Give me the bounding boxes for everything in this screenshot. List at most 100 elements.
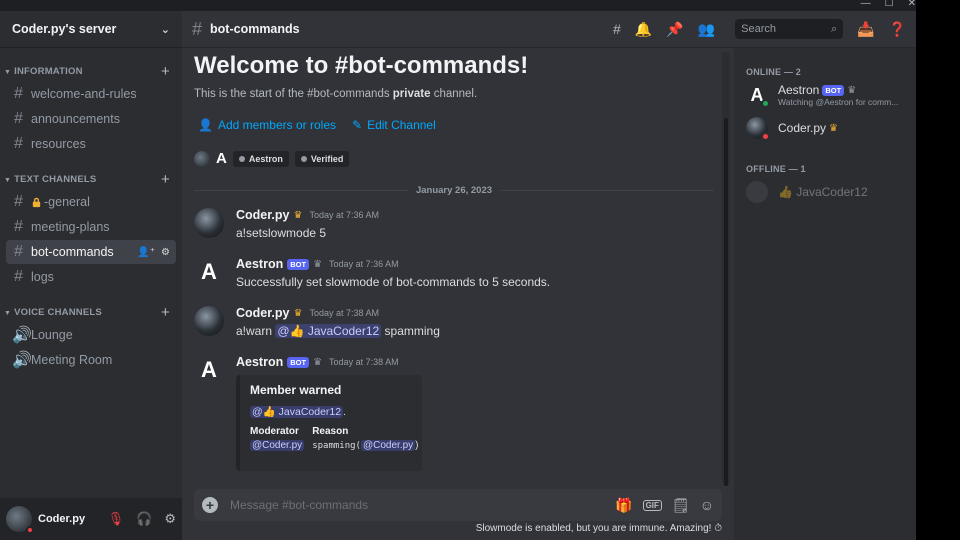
- category-information[interactable]: ▼ INFORMATION +: [0, 63, 182, 80]
- user-mention[interactable]: @👍 JavaCoder12: [275, 324, 382, 338]
- message-author[interactable]: Coder.py: [236, 306, 290, 320]
- add-channel-icon[interactable]: +: [161, 304, 170, 321]
- speaker-icon: 🔊: [12, 352, 32, 369]
- search-placeholder: Search: [741, 23, 776, 35]
- member-coder-py[interactable]: Coder.py ♛: [746, 114, 912, 142]
- member-list: ONLINE — 2 A Aestron BOT ♛ Watching @Aestr…: [734, 48, 916, 540]
- avatar[interactable]: [6, 506, 34, 534]
- channel-welcome-and-rules[interactable]: # welcome-and-rules: [6, 82, 176, 106]
- avatar[interactable]: [194, 208, 224, 238]
- category-label: VOICE CHANNELS: [14, 306, 102, 318]
- divider-line: [194, 189, 408, 191]
- chevron-down-icon[interactable]: ⌄: [161, 23, 170, 36]
- channel-meeting-plans[interactable]: # meeting-plans: [6, 215, 176, 239]
- message-input[interactable]: Message #bot-commands: [230, 498, 615, 512]
- headphones-icon[interactable]: 🎧: [136, 511, 152, 527]
- username[interactable]: Coder.py: [38, 513, 108, 525]
- gear-icon[interactable]: ⚙: [164, 511, 176, 527]
- close-icon[interactable]: ✕: [908, 0, 916, 9]
- invite-icon[interactable]: 👤⁺: [137, 247, 155, 258]
- scrollbar-thumb[interactable]: [724, 118, 728, 486]
- screen-edge: [916, 0, 960, 540]
- user-mention[interactable]: @👍 JavaCoder12: [250, 406, 344, 418]
- gif-icon[interactable]: GIF: [642, 499, 662, 511]
- avatar: [194, 150, 210, 167]
- threads-icon[interactable]: #: [613, 21, 621, 37]
- search-icon: ⌕: [830, 22, 838, 35]
- message-list[interactable]: Welcome to #bot-commands! This is the st…: [182, 48, 722, 490]
- add-members-link[interactable]: 👤 Add members or roles: [198, 118, 336, 132]
- role-dot-icon: [238, 155, 245, 162]
- member-aestron[interactable]: A Aestron BOT ♛ Watching @Aestron for comm…: [746, 81, 912, 109]
- hash-icon: #: [14, 85, 23, 102]
- caret-icon: ▼: [4, 176, 12, 184]
- message-content: a!setslowmode 5: [236, 226, 327, 240]
- help-icon[interactable]: ❓: [889, 21, 906, 38]
- message-author[interactable]: Aestron: [236, 355, 283, 369]
- channel-label: welcome-and-rules: [31, 87, 137, 101]
- message-author[interactable]: Coder.py: [236, 208, 290, 222]
- channel-general[interactable]: # -general: [6, 190, 176, 214]
- edit-channel-link[interactable]: ✎ Edit Channel: [352, 118, 436, 132]
- hash-icon: #: [14, 135, 23, 152]
- inbox-icon[interactable]: 📥: [857, 21, 874, 38]
- welcome-sub-suffix: channel.: [430, 88, 478, 100]
- member-name: Coder.py: [778, 121, 827, 135]
- message-timestamp: Today at 7:38 AM: [309, 308, 380, 318]
- avatar[interactable]: [194, 306, 224, 336]
- avatar: [746, 117, 770, 141]
- gear-icon[interactable]: ⚙: [161, 247, 170, 258]
- aestron-logo-icon[interactable]: A: [194, 355, 224, 385]
- channel-label: announcements: [31, 112, 120, 126]
- channel-announcements[interactable]: # announcements: [6, 107, 176, 131]
- pin-icon[interactable]: 📌: [666, 21, 683, 38]
- message-timestamp: Today at 7:38 AM: [329, 357, 399, 367]
- channel-resources[interactable]: # resources: [6, 132, 176, 156]
- category-voice-channels[interactable]: ▼ VOICE CHANNELS +: [0, 304, 182, 321]
- voice-channel-meeting-room[interactable]: 🔊 Meeting Room: [6, 348, 176, 372]
- bell-icon[interactable]: 🔔: [635, 21, 652, 38]
- channel-logs[interactable]: # logs: [6, 265, 176, 289]
- add-channel-icon[interactable]: +: [161, 171, 170, 188]
- emoji-icon[interactable]: ☺: [700, 497, 714, 513]
- server-name: Coder.py's server: [12, 22, 117, 36]
- user-mention[interactable]: @Coder.py: [360, 440, 416, 451]
- message-author[interactable]: Aestron: [236, 257, 283, 271]
- voice-channel-lounge[interactable]: 🔊 Lounge: [6, 323, 176, 347]
- bot-badge: BOT: [287, 258, 310, 270]
- category-text-channels[interactable]: ▼ TEXT CHANNELS +: [0, 171, 182, 188]
- channel-label: meeting-plans: [31, 220, 110, 234]
- crown-icon: ♛: [313, 258, 323, 270]
- field-value: ): [415, 440, 419, 451]
- channel-label: Meeting Room: [31, 353, 113, 367]
- aestron-logo-icon: A: [216, 150, 227, 167]
- crown-icon: ♛: [293, 209, 303, 221]
- window-controls: — ☐ ✕: [861, 0, 916, 9]
- user-mention[interactable]: @Coder.py: [250, 440, 305, 451]
- sticker-icon[interactable]: 🗒: [672, 497, 690, 514]
- minimize-icon[interactable]: —: [861, 0, 871, 9]
- lock-icon: [32, 197, 41, 207]
- member-name: Aestron: [778, 83, 820, 97]
- tag-label: Aestron: [248, 153, 283, 164]
- category-label: INFORMATION: [14, 65, 83, 77]
- add-channel-icon[interactable]: +: [161, 63, 170, 80]
- speaker-icon: 🔊: [12, 327, 32, 344]
- member-javacoder12[interactable]: 👍 JavaCoder12: [746, 178, 912, 206]
- gift-icon[interactable]: 🎁: [615, 497, 632, 514]
- mute-microphone-icon[interactable]: 🎙: [108, 511, 125, 527]
- channel-bot-commands[interactable]: # bot-commands 👤⁺ ⚙: [6, 240, 176, 264]
- hash-icon: #: [14, 193, 23, 210]
- role-tag-verified: Verified: [294, 150, 350, 167]
- maximize-icon[interactable]: ☐: [885, 0, 894, 9]
- message-composer[interactable]: + Message #bot-commands 🎁 GIF 🗒 ☺: [194, 489, 722, 521]
- server-header[interactable]: Coder.py's server ⌄: [0, 11, 182, 48]
- window-titlebar: — ☐ ✕: [0, 0, 916, 11]
- search-input[interactable]: Search ⌕: [735, 19, 844, 39]
- aestron-logo-icon[interactable]: A: [194, 257, 224, 287]
- upload-plus-button[interactable]: +: [202, 497, 218, 513]
- member-list-icon[interactable]: 👥: [698, 21, 715, 38]
- channel-access-tags: A Aestron Verified: [194, 150, 350, 167]
- role-tag-aestron: Aestron: [232, 150, 289, 167]
- message-timestamp: Today at 7:36 AM: [329, 259, 399, 269]
